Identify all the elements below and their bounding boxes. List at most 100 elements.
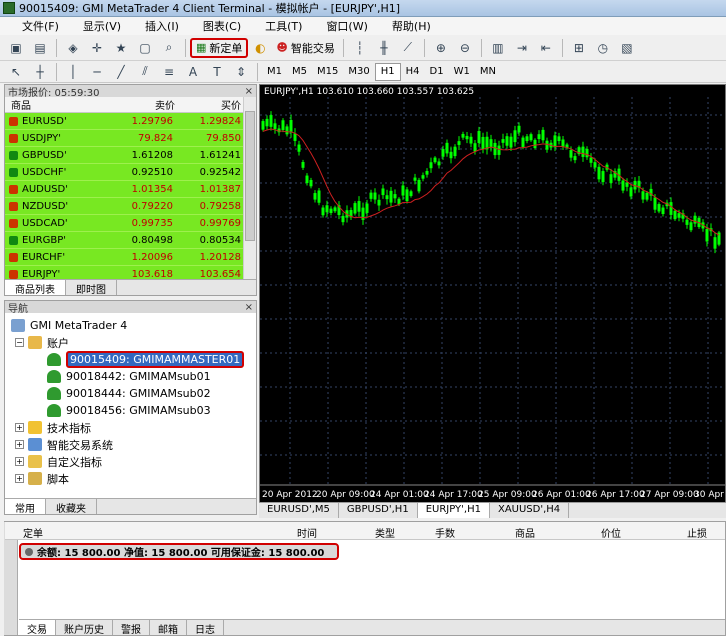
cursor-icon[interactable]: ↖ — [6, 62, 26, 82]
menu-window[interactable]: 窗口(W) — [314, 18, 379, 34]
timeframe-h4[interactable]: H4 — [401, 63, 425, 81]
table-row[interactable]: EURUSD' 1.29796 1.29824 — [5, 113, 256, 130]
indicators-icon[interactable]: ⊞ — [569, 38, 589, 58]
scrollbar-thumb[interactable] — [245, 111, 255, 241]
timeframe-m1[interactable]: M1 — [262, 63, 287, 81]
table-row[interactable]: USDJPY' 79.824 79.850 — [5, 130, 256, 147]
price-chart[interactable]: 20 Apr 201220 Apr 09:0024 Apr 01:0024 Ap… — [260, 85, 725, 503]
balance-row[interactable]: 余额: 15 800.00 净值: 15 800.00 可用保证金: 15 80… — [19, 543, 339, 560]
expand-icon[interactable]: + — [15, 440, 24, 449]
tree-custom-indicators[interactable]: + 自定义指标 — [5, 453, 256, 470]
chart-window[interactable]: 20 Apr 2012 20 Apr 09:00 24 Apr 01:00 24 Ap… — [259, 84, 726, 517]
table-row[interactable]: USDCHF' 0.92510 0.92542 — [5, 164, 256, 181]
auto-scroll-icon[interactable]: ⇥ — [512, 38, 532, 58]
tab-journal[interactable]: 日志 — [187, 620, 224, 636]
expert-advisors-button[interactable]: ☻ 智能交易 — [272, 38, 338, 58]
expand-icon[interactable]: + — [15, 423, 24, 432]
fibonacci-icon[interactable]: ≡ — [159, 62, 179, 82]
periods-icon[interactable]: ◷ — [593, 38, 613, 58]
tab-tick-chart[interactable]: 即时图 — [66, 280, 117, 296]
table-row[interactable]: GBPUSD' 1.61208 1.61241 — [5, 147, 256, 164]
tab-account-history[interactable]: 账户历史 — [56, 620, 113, 636]
table-row[interactable]: EURGBP' 0.80498 0.80534 — [5, 232, 256, 249]
column-type[interactable]: 类型 — [375, 525, 395, 540]
crosshair-icon[interactable]: ┼ — [30, 62, 50, 82]
tab-chart-eurjpy[interactable]: EURJPY',H1 — [417, 503, 490, 518]
candlestick-icon[interactable]: ╫ — [374, 38, 394, 58]
tree-indicators[interactable]: + 技术指标 — [5, 419, 256, 436]
tree-root[interactable]: GMI MetaTrader 4 — [5, 317, 256, 334]
menu-insert[interactable]: 插入(I) — [133, 18, 191, 34]
column-ask[interactable]: 买价 — [175, 97, 241, 112]
tile-windows-icon[interactable]: ▥ — [488, 38, 508, 58]
timeframe-m30[interactable]: M30 — [343, 63, 374, 81]
expert-toggle-icon[interactable]: ◐ — [250, 38, 270, 58]
close-icon[interactable]: × — [245, 86, 253, 97]
timeframe-m15[interactable]: M15 — [312, 63, 343, 81]
timeframe-mn[interactable]: MN — [475, 63, 501, 81]
column-lots[interactable]: 手数 — [435, 525, 455, 540]
tab-favorites[interactable]: 收藏夹 — [46, 499, 97, 515]
menu-view[interactable]: 显示(V) — [71, 18, 133, 34]
table-row[interactable]: USDCAD' 0.99735 0.99769 — [5, 215, 256, 232]
menu-tools[interactable]: 工具(T) — [253, 18, 314, 34]
bar-chart-icon[interactable]: ┆ — [350, 38, 370, 58]
terminal-icon[interactable]: ▢ — [135, 38, 155, 58]
strategy-tester-icon[interactable]: ⌕ — [159, 38, 179, 58]
column-order[interactable]: 定单 — [23, 525, 43, 540]
market-watch-scrollbar[interactable] — [243, 97, 256, 281]
expand-icon[interactable]: + — [15, 474, 24, 483]
table-row[interactable]: NZDUSD' 0.79220 0.79258 — [5, 198, 256, 215]
market-watch-icon[interactable]: ◈ — [63, 38, 83, 58]
tab-symbols[interactable]: 商品列表 — [5, 280, 66, 296]
tab-common[interactable]: 常用 — [5, 499, 46, 515]
chart-shift-icon[interactable]: ⇤ — [536, 38, 556, 58]
trendline-icon[interactable]: ╱ — [111, 62, 131, 82]
new-order-button[interactable]: ▦ 新定单 — [190, 37, 249, 58]
profiles-icon[interactable]: ▤ — [30, 38, 50, 58]
expand-icon[interactable]: + — [15, 457, 24, 466]
tab-chart-eurusd[interactable]: EURUSD',M5 — [259, 503, 339, 518]
new-chart-icon[interactable]: ▣ — [6, 38, 26, 58]
close-icon[interactable]: × — [245, 302, 253, 313]
column-symbol[interactable]: 商品 — [515, 525, 535, 540]
column-bid[interactable]: 卖价 — [110, 97, 175, 112]
tree-accounts[interactable]: − 账户 — [5, 334, 256, 351]
zoom-out-icon[interactable]: ⊖ — [455, 38, 475, 58]
table-row[interactable]: AUDUSD' 1.01354 1.01387 — [5, 181, 256, 198]
collapse-icon[interactable]: − — [15, 338, 24, 347]
templates-icon[interactable]: ▧ — [617, 38, 637, 58]
label-tool-icon[interactable]: T — [207, 62, 227, 82]
tab-chart-xauusd[interactable]: XAUUSD',H4 — [490, 503, 570, 518]
tree-account-item[interactable]: 90018456: GMIMAMsub03 — [5, 402, 256, 419]
tree-scripts[interactable]: + 脚本 — [5, 470, 256, 487]
timeframe-m5[interactable]: M5 — [287, 63, 312, 81]
menu-file[interactable]: 文件(F) — [0, 18, 71, 34]
channel-icon[interactable]: ⫽ — [135, 62, 155, 82]
line-chart-icon[interactable]: ⟋ — [398, 38, 418, 58]
column-time[interactable]: 时间 — [297, 525, 317, 540]
horizontal-line-icon[interactable]: ─ — [87, 62, 107, 82]
text-tool-icon[interactable]: A — [183, 62, 203, 82]
vertical-line-icon[interactable]: │ — [63, 62, 83, 82]
column-stoploss[interactable]: 止损 — [687, 525, 707, 540]
navigator-icon[interactable]: ★ — [111, 38, 131, 58]
tree-account-item[interactable]: 90018442: GMIMAMsub01 — [5, 368, 256, 385]
column-price[interactable]: 价位 — [601, 525, 621, 540]
tab-mailbox[interactable]: 邮箱 — [150, 620, 187, 636]
table-row[interactable]: EURCHF' 1.20096 1.20128 — [5, 249, 256, 266]
tab-chart-gbpusd[interactable]: GBPUSD',H1 — [339, 503, 418, 518]
menu-help[interactable]: 帮助(H) — [380, 18, 443, 34]
data-window-icon[interactable]: ✛ — [87, 38, 107, 58]
timeframe-w1[interactable]: W1 — [449, 63, 475, 81]
arrows-tool-icon[interactable]: ⇕ — [231, 62, 251, 82]
zoom-in-icon[interactable]: ⊕ — [431, 38, 451, 58]
timeframe-h1[interactable]: H1 — [374, 62, 401, 81]
menu-charts[interactable]: 图表(C) — [191, 18, 253, 34]
tab-trade[interactable]: 交易 — [19, 620, 56, 636]
tab-alerts[interactable]: 警报 — [113, 620, 150, 636]
tree-account-item[interactable]: 90018444: GMIMAMsub02 — [5, 385, 256, 402]
timeframe-d1[interactable]: D1 — [425, 63, 449, 81]
tree-experts[interactable]: + 智能交易系统 — [5, 436, 256, 453]
tree-account-item[interactable]: 90015409: GMIMAMMASTER01 — [5, 351, 256, 368]
